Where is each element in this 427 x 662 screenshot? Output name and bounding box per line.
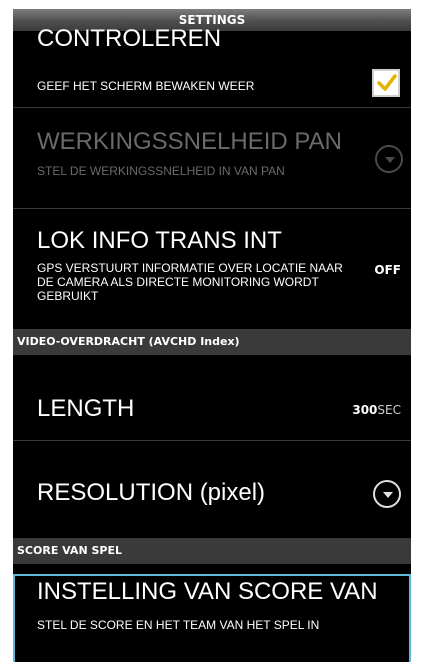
length-number: 300 (352, 403, 378, 417)
setting-controleren-description: GEEF HET SCHERM BEWAKEN WEER (37, 79, 255, 93)
setting-length[interactable]: LENGTH 300SEC (13, 355, 411, 440)
setting-controleren-title: CONTROLEREN (37, 25, 222, 52)
setting-resolution-title: RESOLUTION (pixel) (37, 479, 266, 506)
length-unit: SEC (377, 403, 401, 417)
setting-instelling-score-title: INSTELLING VAN SCORE VAN (37, 578, 378, 605)
length-value: 300SEC (352, 403, 401, 417)
setting-lok-info-description: GPS VERSTUURT INFORMATIE OVER LOCATIE NA… (37, 261, 343, 303)
chevron-down-icon (383, 492, 393, 498)
setting-lok-info-title: LOK INFO TRANS INT (37, 227, 282, 254)
section-header-score-van-spel: SCORE VAN SPEL (13, 538, 411, 564)
setting-resolution[interactable]: RESOLUTION (pixel) (13, 441, 411, 541)
lok-info-value: OFF (374, 263, 401, 277)
setting-werkingssnelheid-title: WERKINGSSNELHEID PAN (37, 128, 342, 155)
checkmark-icon (377, 74, 397, 91)
setting-length-title: LENGTH (37, 395, 135, 422)
setting-lok-info-trans-int[interactable]: LOK INFO TRANS INT GPS VERSTUURT INFORMA… (13, 209, 411, 329)
resolution-dropdown[interactable] (373, 480, 401, 508)
setting-werkingssnelheid-pan[interactable]: WERKINGSSNELHEID PAN STEL DE WERKINGSSNE… (13, 108, 411, 208)
werkingssnelheid-dropdown[interactable] (375, 145, 403, 173)
setting-controleren[interactable]: CONTROLEREN GEEF HET SCHERM BEWAKEN WEER (13, 25, 411, 107)
settings-screen: SETTINGS CONTROLEREN GEEF HET SCHERM BEW… (13, 9, 411, 662)
setting-instelling-score[interactable]: INSTELLING VAN SCORE VAN STEL DE SCORE E… (13, 574, 411, 662)
section-header-video-overdracht: VIDEO-OVERDRACHT (AVCHD Index) (13, 329, 411, 355)
setting-werkingssnelheid-description: STEL DE WERKINGSSNELHEID IN VAN PAN (37, 164, 285, 178)
chevron-down-icon (385, 157, 395, 163)
setting-instelling-score-description: STEL DE SCORE EN HET TEAM VAN HET SPEL I… (37, 618, 320, 632)
controleren-checkbox[interactable] (372, 69, 400, 97)
